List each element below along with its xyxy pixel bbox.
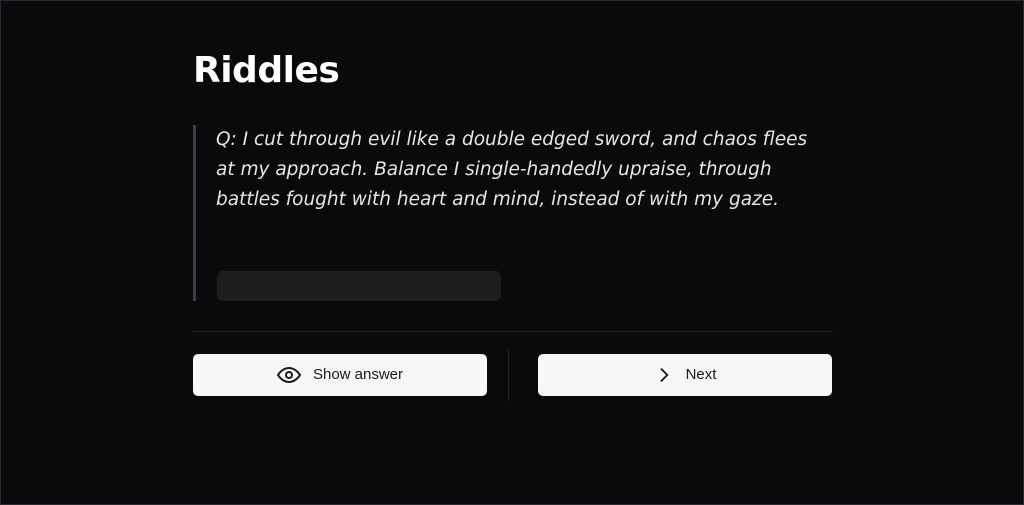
eye-icon [276,363,301,387]
hidden-answer-placeholder [217,271,501,301]
show-answer-button[interactable]: Show answer [193,354,487,396]
riddle-question: Q: I cut through evil like a double edge… [216,129,808,210]
next-button[interactable]: Next [538,354,832,396]
next-label: Next [685,366,717,383]
page-title: Riddles [193,50,340,91]
button-separator [508,349,509,401]
chevron-right-icon [654,365,674,385]
riddle-blockquote: Q: I cut through evil like a double edge… [193,125,816,301]
divider [193,331,833,332]
show-answer-label: Show answer [312,366,404,383]
